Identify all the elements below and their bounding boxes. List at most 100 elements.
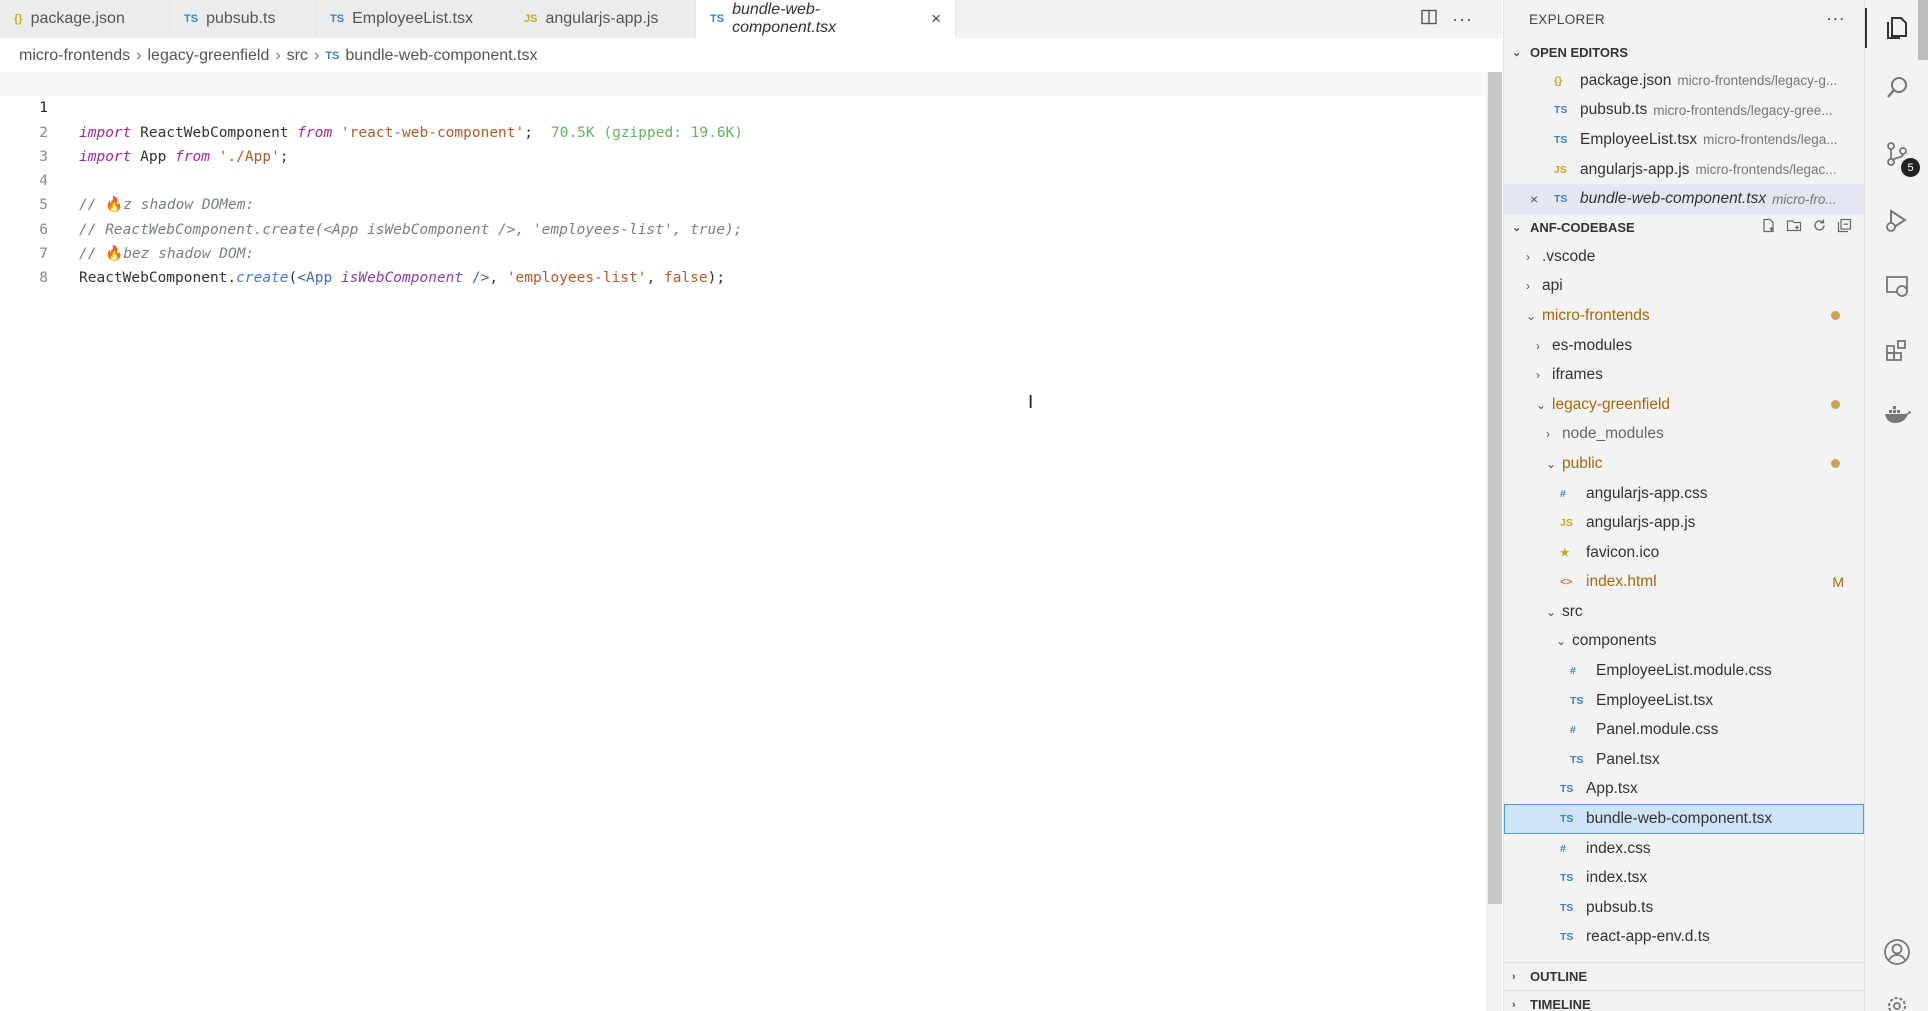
open-editor-item[interactable]: JS angularjs-app.js micro-frontends/legac.…	[1504, 155, 1864, 185]
tree-folder[interactable]: › iframes	[1504, 360, 1864, 390]
new-file-icon[interactable]	[1761, 218, 1776, 237]
settings-gear-icon[interactable]	[1865, 982, 1928, 1011]
tab-bundle-web-component-tsx[interactable]: TS bundle-web-component.tsx ×	[696, 0, 956, 38]
tree-file[interactable]: # index.css	[1504, 834, 1864, 864]
breadcrumb-item[interactable]: src	[287, 47, 308, 65]
tree-item-label: Panel.module.css	[1596, 721, 1719, 739]
tree-file[interactable]: # angularjs-app.css	[1504, 479, 1864, 509]
tree-file[interactable]: TS react-app-env.d.ts	[1504, 923, 1864, 953]
source-control-icon[interactable]: 5	[1865, 130, 1928, 178]
tree-folder[interactable]: › node_modules	[1504, 420, 1864, 450]
docker-icon[interactable]	[1865, 390, 1928, 438]
tree-folder[interactable]: ⌄ public	[1504, 449, 1864, 479]
chevron-right-icon: ›	[1536, 368, 1540, 383]
tree-folder[interactable]: ⌄ src	[1504, 597, 1864, 627]
run-debug-icon[interactable]	[1865, 196, 1928, 244]
tree-file[interactable]: # EmployeeList.module.css	[1504, 656, 1864, 686]
code-line: 1 import ReactWebComponent from 'react-w…	[0, 72, 1486, 141]
tab-label: bundle-web-component.tsx	[732, 1, 837, 36]
tab-angularjs-app-js[interactable]: JS angularjs-app.js	[510, 0, 696, 38]
outline-header[interactable]: › OUTLINE	[1504, 962, 1865, 990]
tree-item-label: es-modules	[1552, 336, 1633, 354]
tree-folder[interactable]: › api	[1504, 272, 1864, 302]
code-line: 5 // ReactWebComponent.create(<App isWeb…	[0, 169, 1486, 237]
ts-file-icon: TS	[1554, 193, 1568, 206]
tree-file[interactable]: TS index.tsx	[1504, 863, 1864, 893]
open-editors-header[interactable]: ⌄ OPEN EDITORS	[1504, 38, 1864, 66]
vscode-window: {} package.json TS pubsub.ts TS EmployeeList.…	[0, 0, 1928, 1011]
tree-item-label: .vscode	[1542, 247, 1596, 265]
tree-file[interactable]: JS angularjs-app.js	[1504, 508, 1864, 538]
editor-scrollbar[interactable]	[1486, 72, 1502, 1011]
tab-pubsub-ts[interactable]: TS pubsub.ts	[170, 0, 316, 38]
timeline-header[interactable]: › TIMELINE	[1504, 990, 1865, 1011]
code-editor[interactable]: 1 import ReactWebComponent from 'react-w…	[0, 72, 1486, 1011]
close-icon[interactable]: ×	[1530, 191, 1544, 207]
tree-folder[interactable]: › .vscode	[1504, 242, 1864, 272]
collapse-all-icon[interactable]	[1837, 218, 1852, 237]
ts-file-icon: TS	[330, 13, 345, 25]
refresh-icon[interactable]	[1812, 218, 1827, 237]
open-editor-item[interactable]: × TS bundle-web-component.tsx micro-fro...	[1504, 184, 1864, 214]
css-file-icon: #	[1570, 724, 1576, 737]
chevron-right-icon: ›	[1546, 427, 1550, 442]
tree-item-label: index.tsx	[1586, 869, 1648, 887]
breadcrumb-item[interactable]: legacy-greenfield	[147, 47, 269, 65]
ts-file-icon: TS	[1570, 753, 1584, 766]
tree-folder[interactable]: ⌄ components	[1504, 627, 1864, 657]
open-editor-item[interactable]: {} package.json micro-frontends/legacy-g..…	[1504, 66, 1864, 96]
tree-file[interactable]: ★ favicon.ico	[1504, 538, 1864, 568]
split-editor-icon[interactable]	[1420, 8, 1438, 31]
tree-item-label: App.tsx	[1586, 780, 1638, 798]
json-file-icon: {}	[1554, 74, 1563, 87]
breadcrumb-item[interactable]: bundle-web-component.tsx	[345, 47, 537, 65]
tree-item-label: src	[1562, 602, 1583, 620]
tree-folder[interactable]: ⌄ micro-frontends	[1504, 301, 1864, 331]
tab-package-json[interactable]: {} package.json	[0, 0, 170, 38]
line-number: 8	[39, 270, 48, 287]
ts-file-icon: TS	[1554, 133, 1568, 146]
breadcrumb: micro-frontends › legacy-greenfield › sr…	[0, 40, 1490, 72]
tree-file[interactable]: TS EmployeeList.tsx	[1504, 686, 1864, 716]
open-editor-item[interactable]: TS pubsub.ts micro-frontends/legacy-gree..…	[1504, 96, 1864, 126]
open-editor-item[interactable]: TS EmployeeList.tsx micro-frontends/lega..…	[1504, 125, 1864, 155]
section-title: TIMELINE	[1530, 997, 1591, 1011]
tab-actions: ···	[1420, 0, 1502, 38]
tree-file[interactable]: TS Panel.tsx	[1504, 745, 1864, 775]
tree-file[interactable]: TS App.tsx	[1504, 775, 1864, 805]
tree-file[interactable]: TS bundle-web-component.tsx	[1504, 804, 1864, 834]
project-header[interactable]: ⌄ ANF-CODEBASE	[1504, 214, 1864, 242]
remote-explorer-icon[interactable]	[1865, 262, 1928, 310]
tab-employeelist-tsx[interactable]: TS EmployeeList.tsx	[316, 0, 510, 38]
more-actions-icon[interactable]: ···	[1452, 9, 1473, 30]
tree-item-label: react-app-env.d.ts	[1586, 928, 1710, 946]
chevron-down-icon: ⌄	[1546, 456, 1557, 471]
more-actions-icon[interactable]: ···	[1826, 8, 1845, 29]
source-control-badge: 5	[1901, 158, 1920, 177]
new-folder-icon[interactable]	[1786, 218, 1802, 237]
breadcrumb-item[interactable]: micro-frontends	[19, 47, 130, 65]
git-status-badge: M	[1832, 574, 1844, 591]
chevron-right-icon: ›	[314, 47, 320, 64]
function-name: create	[236, 270, 289, 287]
account-icon[interactable]	[1865, 928, 1928, 976]
scrollbar-thumb[interactable]	[1488, 72, 1502, 904]
close-icon[interactable]: ×	[931, 9, 941, 29]
search-icon[interactable]	[1865, 64, 1928, 112]
tree-folder[interactable]: › es-modules	[1504, 331, 1864, 361]
code-line: 2 import App from './App';	[0, 96, 1486, 165]
file-path: micro-fro...	[1772, 191, 1837, 207]
file-name: angularjs-app.js	[1580, 160, 1690, 178]
tree-file[interactable]: TS pubsub.ts	[1504, 893, 1864, 923]
tree-item-label: iframes	[1552, 366, 1603, 384]
code-line: 7 ReactWebComponent.create(<App isWebCom…	[0, 218, 1486, 286]
tree-item-label: public	[1562, 454, 1603, 472]
tree-file[interactable]: # Panel.module.css	[1504, 715, 1864, 745]
punctuation: .	[227, 270, 237, 287]
tree-item-label: micro-frontends	[1542, 306, 1650, 324]
tree-folder[interactable]: ⌄ legacy-greenfield	[1504, 390, 1864, 420]
tree-file[interactable]: <> index.html M	[1504, 568, 1864, 598]
file-name: EmployeeList.tsx	[1580, 130, 1698, 148]
extensions-icon[interactable]	[1865, 326, 1928, 374]
tree-item-label: legacy-greenfield	[1552, 395, 1671, 413]
